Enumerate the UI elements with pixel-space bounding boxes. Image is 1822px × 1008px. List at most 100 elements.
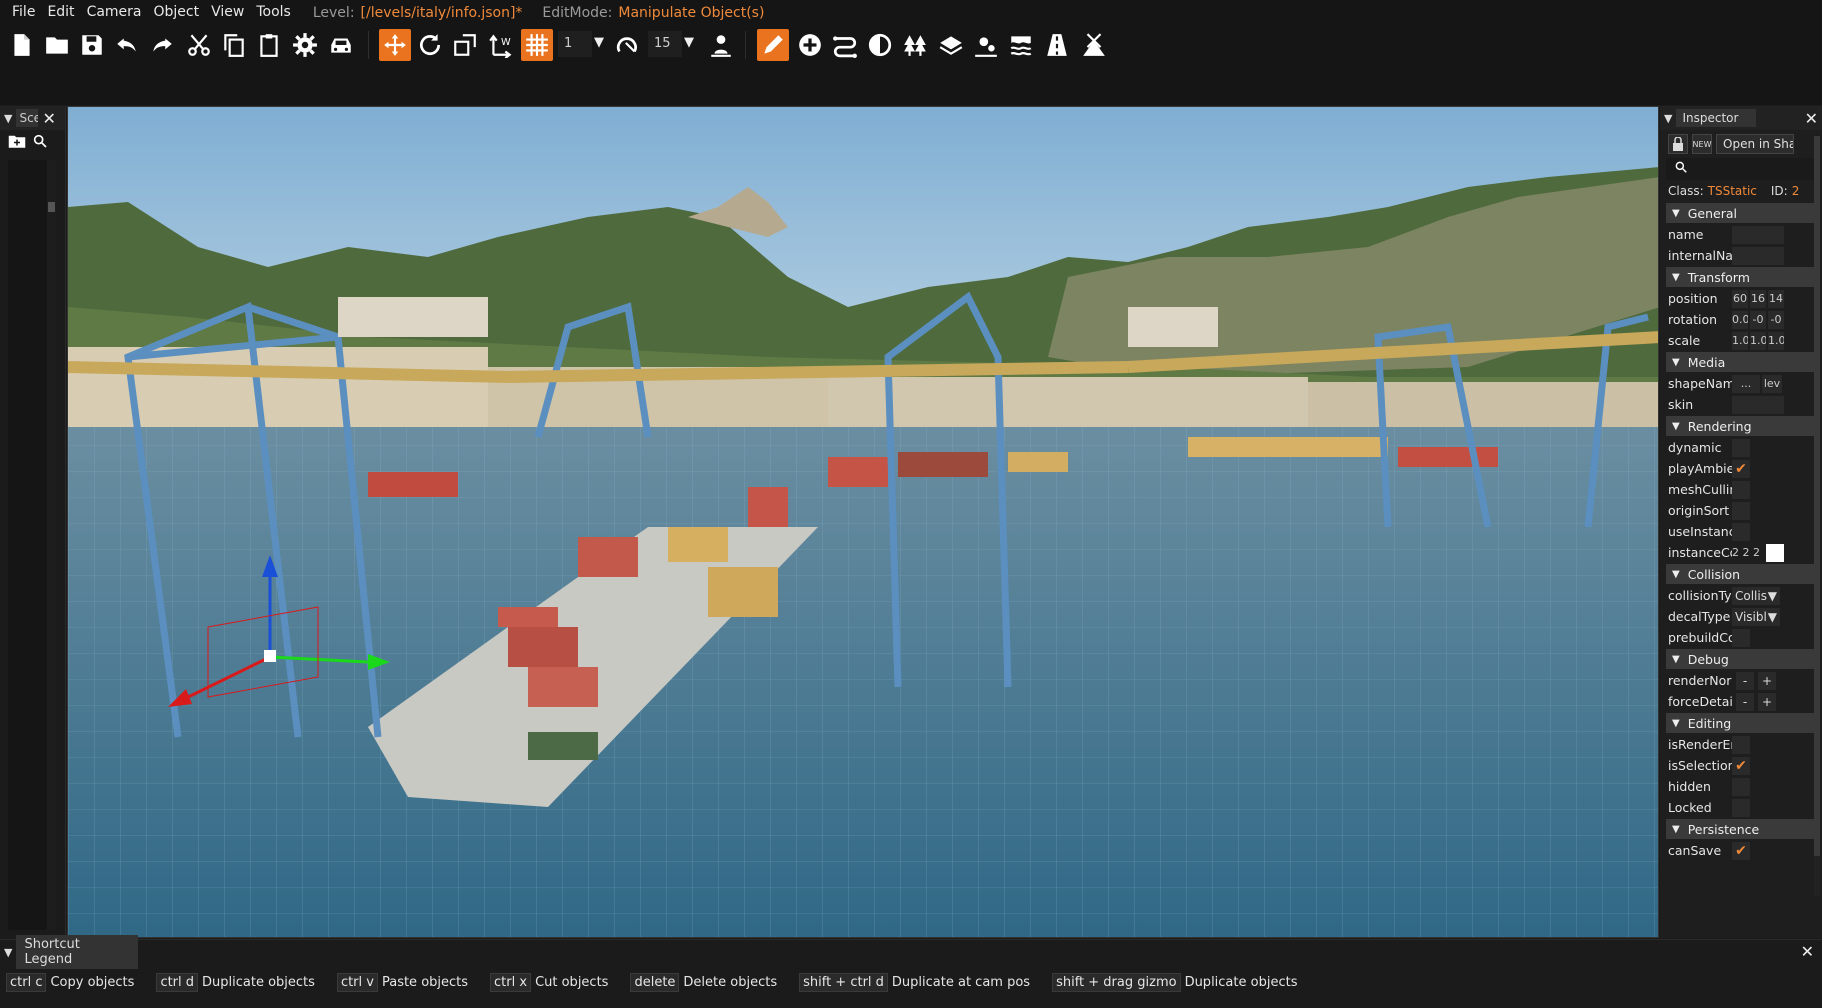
collision-type-select[interactable]: Collis ▼ bbox=[1732, 586, 1780, 605]
scrollbar[interactable] bbox=[1814, 136, 1820, 896]
settings-icon[interactable] bbox=[289, 29, 321, 61]
position-y-field[interactable]: 16 bbox=[1750, 289, 1766, 308]
river-icon[interactable] bbox=[1005, 29, 1037, 61]
section-debug[interactable]: ▼ Debug bbox=[1666, 649, 1816, 669]
translate-icon[interactable] bbox=[379, 29, 411, 61]
section-label: Persistence bbox=[1687, 821, 1760, 837]
chevron-down-icon[interactable]: ▼ bbox=[591, 33, 607, 53]
add-object-icon[interactable] bbox=[794, 29, 826, 61]
section-media[interactable]: ▼ Media bbox=[1666, 352, 1816, 372]
scale-icon[interactable] bbox=[449, 29, 481, 61]
section-editing[interactable]: ▼ Editing bbox=[1666, 713, 1816, 733]
add-group-icon[interactable] bbox=[8, 133, 26, 153]
position-z-field[interactable]: 14 bbox=[1768, 289, 1784, 308]
origin-sort-checkbox[interactable] bbox=[1732, 501, 1750, 520]
shape-name-field[interactable]: lev bbox=[1762, 374, 1782, 393]
rotation-z-field[interactable]: -0 bbox=[1768, 310, 1784, 329]
section-collision[interactable]: ▼ Collision bbox=[1666, 564, 1816, 584]
use-instancing-checkbox[interactable] bbox=[1732, 522, 1750, 541]
locked-checkbox[interactable] bbox=[1732, 798, 1750, 817]
road-icon[interactable] bbox=[829, 29, 861, 61]
scrollbar-thumb[interactable] bbox=[1814, 136, 1820, 856]
vehicle-icon[interactable] bbox=[325, 29, 357, 61]
menu-tools[interactable]: Tools bbox=[250, 0, 297, 25]
decal-icon[interactable] bbox=[864, 29, 896, 61]
skin-field[interactable] bbox=[1732, 395, 1784, 414]
paste-icon[interactable] bbox=[253, 29, 285, 61]
increment-button[interactable]: + bbox=[1758, 692, 1776, 711]
color-swatch[interactable] bbox=[1766, 543, 1784, 562]
cut-icon[interactable] bbox=[183, 29, 215, 61]
menu-object[interactable]: Object bbox=[148, 0, 206, 25]
scrollbar[interactable] bbox=[47, 160, 56, 930]
shortcut-legend-tab[interactable]: Shortcut Legend bbox=[16, 935, 139, 969]
scale-y-field[interactable]: 1.0 bbox=[1750, 331, 1766, 350]
menu-edit[interactable]: Edit bbox=[41, 0, 80, 25]
dynamic-checkbox[interactable] bbox=[1732, 438, 1750, 457]
name-field[interactable] bbox=[1732, 225, 1784, 244]
rotate-snap-value[interactable]: 15 bbox=[648, 31, 682, 57]
scene-tree-list[interactable] bbox=[8, 160, 56, 930]
inspector-search-input[interactable] bbox=[1666, 158, 1816, 180]
drop-object-icon[interactable] bbox=[705, 29, 737, 61]
lock-icon[interactable] bbox=[1668, 134, 1688, 154]
collapse-icon[interactable]: ▼ bbox=[0, 946, 16, 959]
menu-camera[interactable]: Camera bbox=[81, 0, 148, 25]
mesh-road-icon[interactable] bbox=[935, 29, 967, 61]
edit-pencil-icon[interactable] bbox=[757, 29, 789, 61]
new-button[interactable]: NEW bbox=[1692, 134, 1712, 154]
rotation-y-field[interactable]: -0 bbox=[1750, 310, 1766, 329]
inspector-tab[interactable]: Inspector bbox=[1676, 109, 1757, 127]
grid-snap-value[interactable]: 1 bbox=[558, 31, 592, 57]
menu-view[interactable]: View bbox=[205, 0, 250, 25]
chevron-down-icon[interactable]: ▼ bbox=[681, 33, 697, 53]
road-architect-icon[interactable] bbox=[1041, 29, 1073, 61]
menu-file[interactable]: File bbox=[6, 0, 41, 25]
scale-z-field[interactable]: 1.0 bbox=[1768, 331, 1784, 350]
section-transform[interactable]: ▼ Transform bbox=[1666, 267, 1816, 287]
close-icon[interactable]: ✕ bbox=[1805, 109, 1818, 128]
open-in-shape-editor-button[interactable]: Open in Shape Editor bbox=[1716, 134, 1794, 154]
prebuild-collision-checkbox[interactable] bbox=[1732, 628, 1750, 647]
decal-type-select[interactable]: Visibl ▼ bbox=[1732, 607, 1780, 626]
section-persistence[interactable]: ▼ Persistence bbox=[1666, 819, 1816, 839]
search-icon[interactable] bbox=[32, 133, 48, 153]
forest-icon[interactable] bbox=[899, 29, 931, 61]
new-file-icon[interactable] bbox=[6, 29, 38, 61]
open-folder-icon[interactable] bbox=[41, 29, 73, 61]
scene-tree-tab[interactable]: Scene Tree bbox=[16, 109, 39, 127]
world-space-icon[interactable]: W bbox=[485, 29, 517, 61]
instance-color-value[interactable]: 2 2 2 2 bbox=[1732, 544, 1764, 562]
rotate-snap-icon[interactable] bbox=[612, 29, 644, 61]
redo-icon[interactable] bbox=[146, 29, 178, 61]
is-selection-enabled-checkbox[interactable]: ✔ bbox=[1732, 756, 1750, 775]
section-general[interactable]: ▼ General bbox=[1666, 203, 1816, 223]
hidden-checkbox[interactable] bbox=[1732, 777, 1750, 796]
close-icon[interactable]: ✕ bbox=[42, 109, 55, 128]
is-render-enabled-checkbox[interactable] bbox=[1732, 735, 1750, 754]
increment-button[interactable]: + bbox=[1758, 671, 1776, 690]
rotation-x-field[interactable]: 0.0 bbox=[1732, 310, 1748, 329]
can-save-checkbox[interactable]: ✔ bbox=[1732, 841, 1750, 860]
internal-name-field[interactable] bbox=[1732, 246, 1784, 265]
decrement-button[interactable]: - bbox=[1736, 671, 1754, 690]
section-rendering[interactable]: ▼ Rendering bbox=[1666, 416, 1816, 436]
close-icon[interactable]: ✕ bbox=[1801, 942, 1814, 961]
undo-icon[interactable] bbox=[111, 29, 143, 61]
save-icon[interactable] bbox=[76, 29, 108, 61]
mesh-culling-checkbox[interactable] bbox=[1732, 480, 1750, 499]
scrollbar-thumb[interactable] bbox=[48, 202, 55, 212]
browse-button[interactable]: ... bbox=[1732, 374, 1760, 393]
scale-x-field[interactable]: 1.0 bbox=[1732, 331, 1748, 350]
rotate-icon[interactable] bbox=[414, 29, 446, 61]
grid-snap-icon[interactable] bbox=[521, 29, 553, 61]
3d-viewport[interactable] bbox=[67, 106, 1659, 938]
play-ambient-checkbox[interactable]: ✔ bbox=[1732, 459, 1750, 478]
collapse-icon[interactable]: ▼ bbox=[1660, 112, 1676, 125]
position-x-field[interactable]: 60 bbox=[1732, 289, 1748, 308]
collapse-icon[interactable]: ▼ bbox=[0, 112, 16, 125]
terrain-tool-icon[interactable] bbox=[1078, 29, 1110, 61]
terrain-icon[interactable] bbox=[970, 29, 1002, 61]
copy-icon[interactable] bbox=[218, 29, 250, 61]
decrement-button[interactable]: - bbox=[1736, 692, 1754, 711]
